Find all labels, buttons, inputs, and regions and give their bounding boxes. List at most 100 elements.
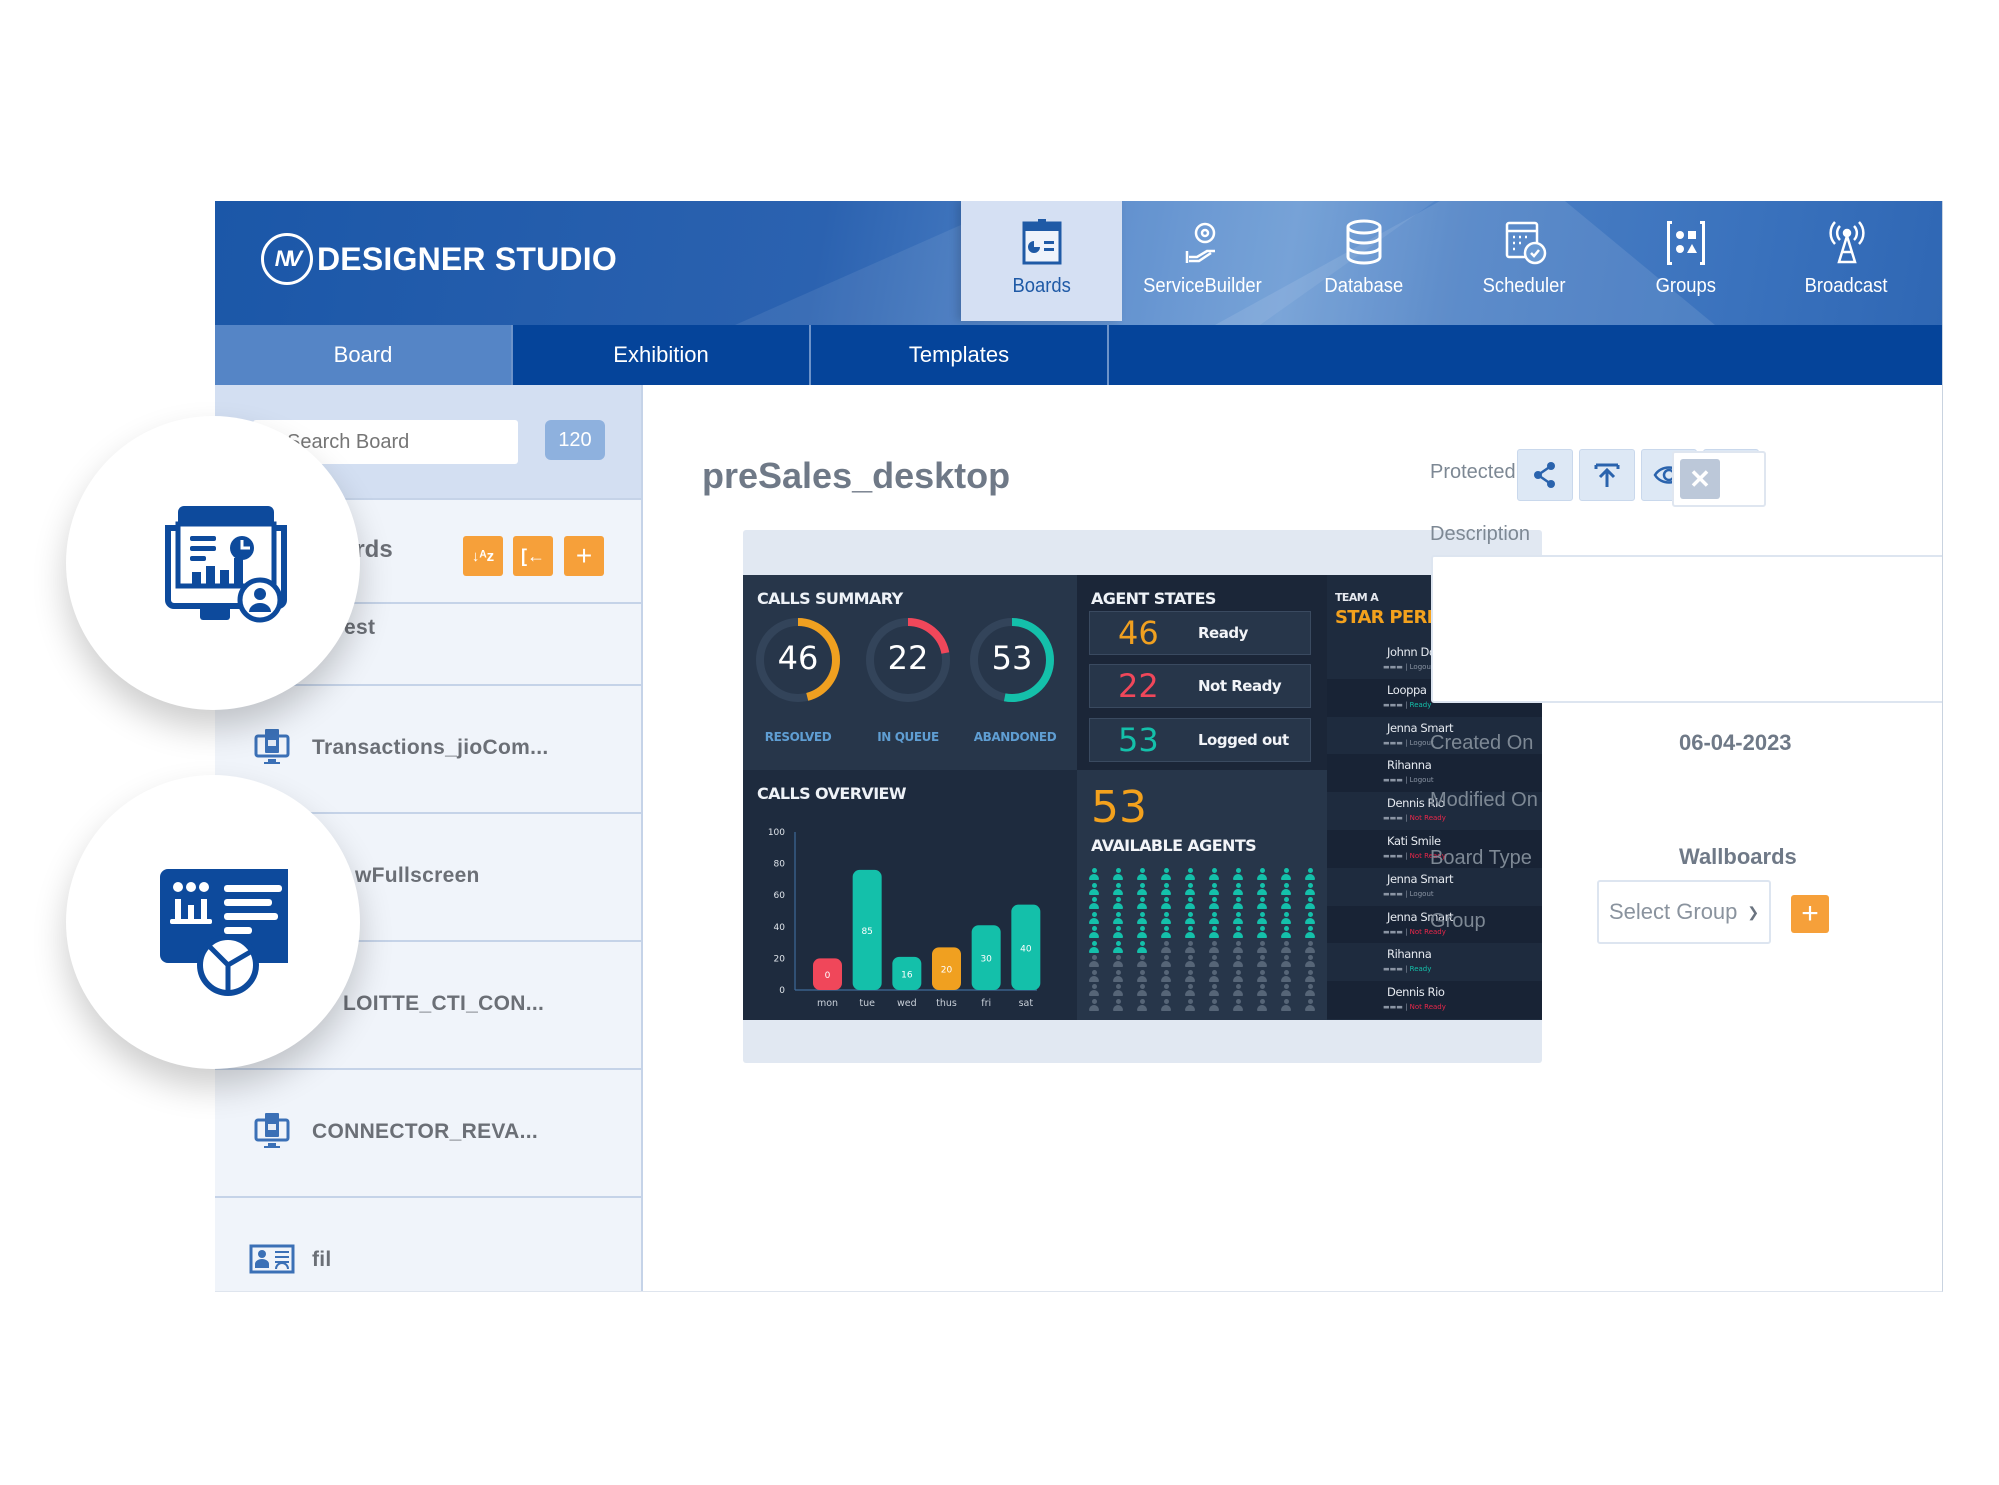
publish-button[interactable] [1579,449,1635,501]
y-tick-label: 100 [768,828,785,838]
agent-person-icon [1233,926,1243,939]
agent-person-icon [1161,911,1171,925]
nav-label: Boards [1012,275,1071,297]
agent-person-icon [1209,955,1219,968]
agent-person-icon [1113,940,1123,954]
agent-person-icon [1305,984,1315,997]
agent-person-icon [1233,911,1243,925]
agent-person-icon [1233,868,1243,881]
agent-person-icon [1281,998,1291,1012]
performer-status: ▬▬▬ | Logout [1383,889,1434,898]
agent-person-icon [1113,868,1123,881]
bar-data-label: 16 [901,970,913,980]
state-label: Logged out [1198,731,1289,749]
agent-person-icon [1161,955,1171,968]
tab-templates[interactable]: Templates [811,325,1109,385]
agent-person-icon [1281,868,1291,881]
agent-person-icon [1137,955,1147,968]
section-tabs: Board Exhibition Templates [215,325,1942,385]
board-list-item[interactable]: CONNECTOR_REVA... [215,1070,641,1198]
agent-person-icon [1209,897,1219,910]
state-value: 22 [1118,667,1159,705]
resolved-label: RESOLVED [764,730,832,744]
agent-person-icon [1113,984,1123,997]
chevron-down-icon: ❯ [1747,903,1760,920]
agent-person-icon [1089,897,1099,910]
agent-person-icon [1233,882,1243,896]
bar-data-label: 40 [1020,944,1032,954]
share-button[interactable] [1517,449,1573,501]
database-icon [1346,219,1381,265]
agent-person-icon [1185,955,1195,968]
agent-person-icon [1113,911,1123,925]
agent-person-icon [1305,969,1315,983]
sort-az-button[interactable]: ↓ᴬz [463,536,503,576]
nav-scheduler[interactable]: Scheduler [1444,201,1605,321]
nav-label: Database [1324,275,1403,297]
available-count: 53 [1091,782,1147,833]
agent-person-icon [1209,926,1219,939]
tab-board[interactable]: Board [215,325,513,385]
nav-servicebuilder[interactable]: ServiceBuilder [1122,201,1283,321]
performer-name: Kati Smile [1387,833,1441,848]
agent-person-icon [1281,911,1291,925]
agent-person-icon [1257,911,1267,925]
nav-label: Broadcast [1805,275,1888,297]
performer-name: Rihanna [1387,758,1432,773]
agent-person-icon [1089,868,1099,881]
performer-name: Dennis Rio [1387,985,1445,1000]
performer-row: Dennis Rio ▬▬▬ | Not Ready [1327,981,1542,1019]
agent-person-icon [1185,984,1195,997]
group-select[interactable]: Select Group ❯ [1597,880,1771,944]
y-tick-label: 20 [774,954,786,964]
board-preview[interactable]: CALLS SUMMARY 46 RESOLVED 22 IN QUEUE 53… [743,530,1542,1063]
add-board-button[interactable]: + [564,536,604,576]
performer-status: ▬▬▬ | Not Ready [1383,1003,1446,1012]
nav-boards[interactable]: Boards [961,201,1122,321]
performer-status: ▬▬▬ | Logout [1383,776,1434,785]
agent-person-icon [1305,882,1315,896]
agent-person-icon [1185,926,1195,939]
tab-exhibition[interactable]: Exhibition [513,325,811,385]
x-tick-label: fri [981,998,991,1009]
agent-person-icon [1185,998,1195,1012]
add-group-button[interactable]: + [1791,895,1829,933]
close-icon: ✕ [1680,459,1720,499]
agent-person-icon [1257,998,1267,1012]
agent-person-icon [1137,882,1147,896]
description-field[interactable] [1431,555,1942,703]
designer-studio-app: NV DESIGNER STUDIO Boards ServiceBuilder… [215,201,1943,1292]
agent-person-icon [1137,940,1147,954]
performer-status: ▬▬▬ | Logout [1383,663,1434,671]
created-on-label: Created On [1430,732,1534,754]
agent-person-icon [1185,868,1195,881]
nav-database[interactable]: Database [1283,201,1444,321]
agent-person-icon [1281,984,1291,997]
agent-person-icon [1233,984,1243,997]
agent-grid [1085,868,1325,1013]
state-label: Ready [1198,624,1248,642]
nav-broadcast[interactable]: Broadcast [1766,201,1927,321]
brand-logo[interactable]: NV DESIGNER STUDIO [261,233,617,285]
agent-person-icon [1137,897,1147,910]
protected-label: Protected [1430,461,1516,483]
in-queue-value: 22 [887,639,929,677]
agent-person-icon [1281,897,1291,910]
agent-person-icon [1161,984,1171,997]
modified-on-label: Modified On [1430,789,1538,811]
board-title: preSales_desktop [702,455,1011,496]
agent-person-icon [1257,969,1267,983]
performer-name: Looppa [1387,682,1427,697]
agent-person-icon [1209,940,1219,954]
agent-person-icon [1089,955,1099,968]
nav-groups[interactable]: Groups [1605,201,1766,321]
agent-person-icon [1305,868,1315,881]
import-board-button[interactable]: [← [513,536,553,576]
agent-person-icon [1281,940,1291,954]
agent-person-icon [1257,940,1267,954]
agent-person-icon [1233,998,1243,1012]
board-list-item[interactable]: fil [215,1198,641,1291]
protected-toggle[interactable]: ✕ [1672,451,1766,507]
agent-person-icon [1281,955,1291,968]
panel-title: AGENT STATES [1091,589,1216,608]
